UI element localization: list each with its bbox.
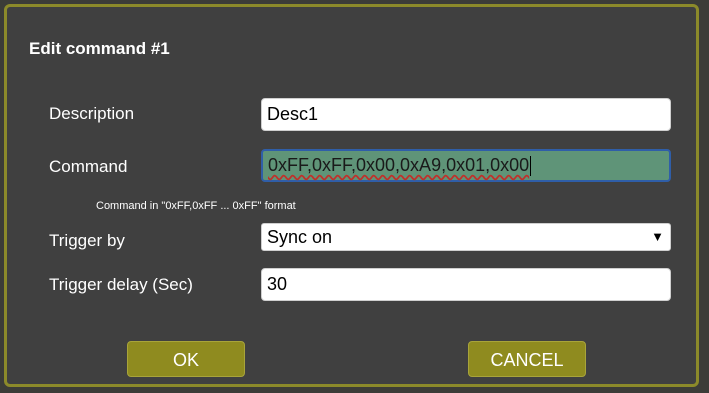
text-caret [530,156,532,177]
chevron-down-icon: ▼ [651,229,664,244]
ok-button[interactable]: OK [127,341,245,377]
trigger-delay-field[interactable]: 30 [261,268,671,301]
trigger-by-value: Sync on [267,227,333,247]
command-field-value: 0xFF,0xFF,0x00,0xA9,0x01,0x00 [268,155,530,175]
trigger-by-label: Trigger by [49,231,125,250]
dialog-title: Edit command #1 [29,39,170,58]
description-label: Description [49,104,135,123]
command-format-hint: Command in "0xFF,0xFF ... 0xFF" format [96,200,296,212]
trigger-by-select[interactable]: Sync on ▼ [261,223,671,251]
command-field[interactable]: 0xFF,0xFF,0x00,0xA9,0x01,0x00 [261,149,671,182]
edit-command-dialog: Edit command #1 Description Desc1 Comman… [4,4,699,387]
trigger-delay-label: Trigger delay (Sec) [49,275,193,294]
cancel-button[interactable]: CANCEL [468,341,586,377]
description-field[interactable]: Desc1 [261,98,671,131]
command-label: Command [49,157,128,176]
